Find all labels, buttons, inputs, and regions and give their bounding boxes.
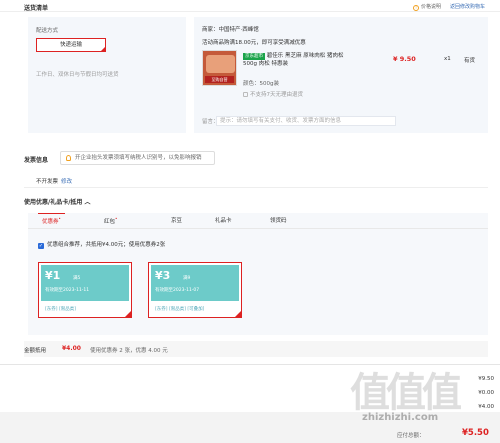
product-spec: 颜色：500g装 — [243, 81, 279, 87]
summary-label: 金额抵用 — [24, 348, 47, 354]
tab-gift-card[interactable]: 礼品卡 — [215, 216, 232, 224]
discount-summary: 金额抵用 ¥4.00 使用优惠券 2 张，优惠 4.00 元 — [24, 341, 488, 357]
tab-claim-code[interactable]: 领货码 — [270, 216, 287, 224]
no-return-notice: 不支持7天无理由退货 — [243, 90, 303, 98]
shipping-label: 配送方式 — [36, 28, 59, 34]
coupon-validity: 有效期至2023-11-07 — [155, 288, 200, 293]
pay-label: 应付总额： — [397, 433, 425, 439]
divider — [24, 187, 488, 188]
watermark: 值值值 zhizhizhi.com — [350, 360, 500, 430]
stock-status: 有货 — [464, 58, 476, 64]
coupon-tags: [东券] [限品类] [可叠加] — [155, 307, 205, 312]
product-price: ¥ 9.50 — [393, 55, 416, 63]
shipping-panel: 配送方式 快递运输 工作日、双休日与节假日均可送货 — [28, 17, 186, 133]
auto-coupon-option[interactable]: ✓ 优惠组合推荐，共抵用¥4.00元；使用优惠券2张 — [38, 240, 165, 249]
tab-coupons[interactable]: 优惠券• — [38, 213, 65, 225]
shield-icon — [243, 92, 248, 97]
selected-corner-icon — [125, 311, 131, 317]
promo-text: 活动商品购满18.00元，即可享受满减优惠 — [202, 40, 306, 46]
coupon-amount: ¥3 — [155, 269, 171, 282]
goods-panel: 商家：中国特产·西峰馆 活动商品购满18.00元，即可享受满减优惠 至购自营 京… — [194, 17, 488, 133]
delivery-list-header: 送货清单 ! 价格说明 返回修改购物车 — [0, 0, 500, 12]
summary-amount: ¥4.00 — [62, 345, 81, 352]
product-photo — [206, 55, 235, 73]
product-quantity: x1 — [444, 56, 451, 62]
shipping-method-button[interactable]: 快递运输 — [36, 38, 106, 52]
coupon-condition: 满9 — [183, 276, 191, 281]
product-name[interactable]: 京东超市 碧佳乐 黑芝麻 原味肉松 猪肉松500g 肉松 特惠装 — [243, 52, 355, 68]
checkbox-checked[interactable]: ✓ — [38, 243, 44, 249]
memo-input[interactable]: 提示：请勿填写有关支付、收货、发票方面的信息 — [216, 116, 396, 126]
product-image-tag: 至购自营 — [205, 76, 234, 83]
coupon-tags: [东券] [限品类] — [45, 307, 76, 312]
coupon-card[interactable]: ¥1 满5 有效期至2023-11-11 [东券] [限品类] — [38, 262, 132, 318]
watermark-logo: 值值值 — [350, 370, 462, 416]
back-to-cart-link[interactable]: 返回修改购物车 — [450, 3, 485, 10]
chevron-up-icon: ︿ — [84, 199, 91, 206]
shop-name: 商家：中国特产·西峰馆 — [202, 27, 259, 33]
watermark-url: zhizhizhi.com — [362, 412, 439, 423]
shipping-note: 工作日、双休日与节假日均可送货 — [36, 72, 119, 78]
info-icon: ! — [413, 5, 419, 11]
coupon-face: ¥3 满9 有效期至2023-11-07 — [151, 265, 239, 301]
coupon-area: ✓ 优惠组合推荐，共抵用¥4.00元；使用优惠券2张 ¥1 满5 有效期至2023… — [28, 229, 488, 335]
tab-jd-beans[interactable]: 京豆 — [171, 216, 182, 224]
lightbulb-icon — [66, 155, 71, 161]
product-image[interactable]: 至购自营 — [202, 50, 237, 86]
coupon-card[interactable]: ¥3 满9 有效期至2023-11-07 [东券] [限品类] [可叠加] — [148, 262, 242, 318]
price-note-link[interactable]: ! 价格说明 — [413, 3, 441, 11]
product-badge: 京东超市 — [243, 53, 265, 60]
coupon-condition: 满5 — [73, 276, 81, 281]
coupon-section-title[interactable]: 使用优惠/礼品卡/抵用 ︿ — [24, 197, 91, 206]
summary-detail: 使用优惠券 2 张，优惠 4.00 元 — [90, 348, 168, 354]
invoice-modify-link[interactable]: 修改 — [61, 179, 72, 185]
order-memo: 留言： 提示：请勿填写有关支付、收货、发票方面的信息 — [202, 116, 482, 128]
invoice-tip: 开企业抬头发票须填写纳税人识别号，以免影响报销 — [60, 151, 215, 165]
invoice-title: 发票信息 — [24, 157, 49, 164]
selected-corner-icon — [235, 311, 241, 317]
coupon-validity: 有效期至2023-11-11 — [45, 288, 90, 293]
coupon-tabs: 优惠券• 红包• 京豆 礼品卡 领货码 — [28, 213, 488, 229]
section-title: 送货清单 — [24, 5, 49, 12]
coupon-face: ¥1 满5 有效期至2023-11-11 — [41, 265, 129, 301]
coupon-amount: ¥1 — [45, 269, 61, 282]
invoice-type: 不开发票 修改 — [36, 179, 73, 185]
tab-red-packets[interactable]: 红包• — [104, 216, 117, 225]
